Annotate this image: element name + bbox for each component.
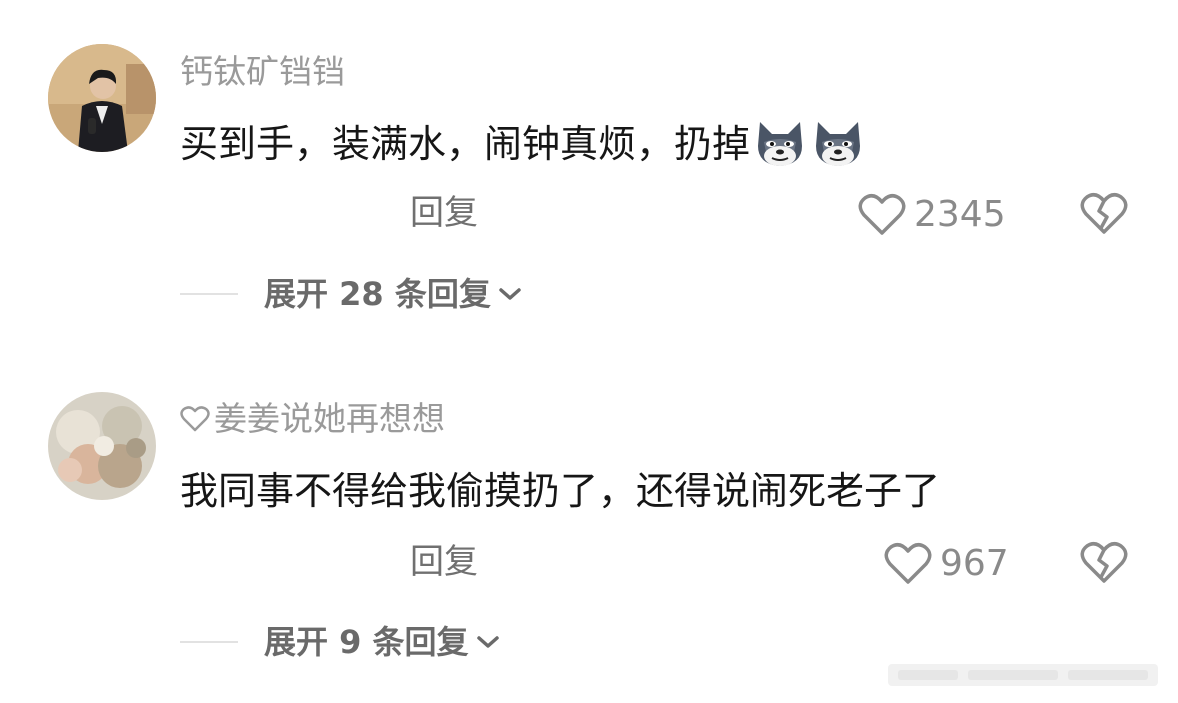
avatar-photo [48,392,156,500]
like-count: 967 [940,543,1009,584]
heart-outline-icon [180,405,210,431]
comment-text: 我同事不得给我偷摸扔了，还得说闹死老子了 [180,469,941,513]
comment-item: 姜姜说她再想想 我同事不得给我偷摸扔了，还得说闹死老子了 回复 967 展开 9… [0,0,1178,703]
username[interactable]: 姜姜说她再想想 [180,402,445,435]
heart-outline-icon [884,543,932,584]
expand-replies-button[interactable]: 展开 9 条回复 [180,626,501,658]
broken-heart-icon [1080,542,1128,583]
chevron-down-icon [476,636,499,648]
divider-line [180,641,238,643]
reply-button[interactable]: 回复 [410,545,478,579]
expand-replies-label: 展开 9 条回复 [264,623,469,661]
avatar[interactable] [48,392,156,500]
dislike-button[interactable] [1080,541,1128,589]
watermark [888,664,1158,686]
like-button[interactable]: 967 [884,542,1009,586]
username-text: 姜姜说她再想想 [214,399,445,438]
